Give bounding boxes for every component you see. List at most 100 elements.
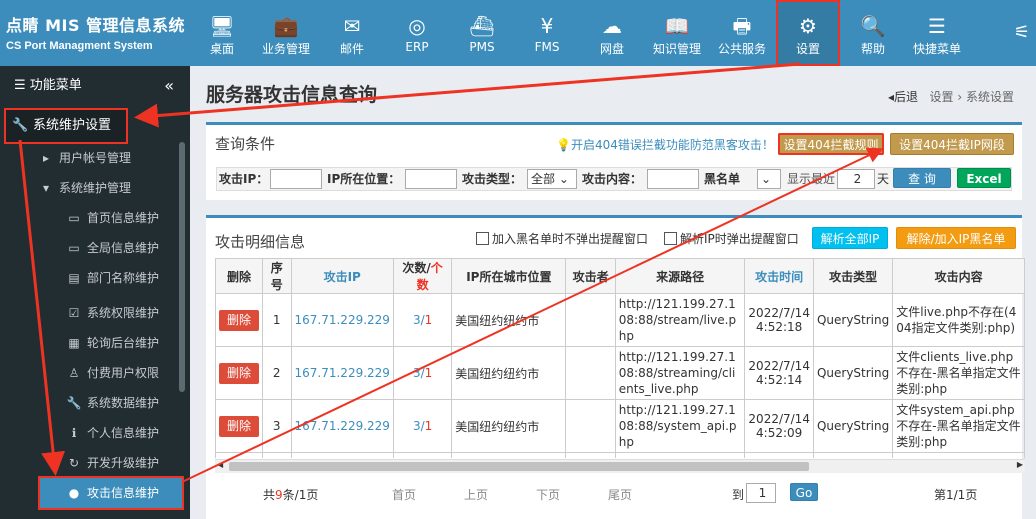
no-cell: 3 [262,399,292,453]
sidebar-item-3[interactable]: ▭ 首页信息维护 [0,203,190,233]
nav-briefcase[interactable]: 💼 业务管理 [254,0,318,66]
excel-button[interactable]: Excel [957,168,1011,188]
no-cell [262,452,292,458]
delete-button[interactable]: 删除 [219,362,259,384]
type-select[interactable]: 全部 ⌄ [527,169,577,189]
nav-yen[interactable]: ¥ FMS [515,0,579,66]
sidebar-item-1[interactable]: ▸ 用户帐号管理 [0,143,190,173]
nav-menu[interactable]: ☰ 快捷菜单 [905,0,969,66]
attacker-cell [565,346,616,400]
sidebar-item-label: 轮询后台维护 [87,336,160,350]
sidebar-item-8[interactable]: ♙ 付费用户权限 [0,358,190,388]
attack-table-wrap: 删除 序号 攻击IP 次数/个数 IP所在城市位置 攻击者 来源路径 攻击时间 攻击类型 攻击内容… [215,258,1025,458]
prev-page-link[interactable]: 上页 [464,486,488,503]
next-page-link[interactable]: 下页 [536,486,560,503]
col-header-5: 攻击者 [565,258,616,294]
delete-cell[interactable]: 删除 [215,399,263,453]
location-input[interactable] [405,169,457,189]
breadcrumb-system: 系统设置 [965,90,1014,104]
sidebar-header: ☰ 功能菜单 « [0,66,190,106]
ip-cell[interactable]: 167.71.229.229 [290,346,394,400]
bulb-icon: 💡 [556,138,571,152]
col-header-7[interactable]: 攻击时间 [744,258,814,294]
checkbox-icon [476,232,489,245]
sidebar-item-6[interactable]: ☑ 系统权限维护 [0,298,190,328]
recent-label: 显示最近 [787,172,836,186]
delete-button[interactable]: 删除 [219,415,259,437]
sidebar-item-icon: ↻ [68,456,80,470]
nav-ship[interactable]: ⛴ PMS [450,0,514,66]
ip-cell[interactable] [290,452,394,458]
last-page-link[interactable]: 尾页 [608,486,632,503]
delete-button[interactable]: 删除 [219,309,259,331]
col-header-2[interactable]: 攻击IP [290,258,394,294]
table-hscrollbar[interactable]: ◀ ▶ [215,459,1025,473]
col-header-4: IP所在城市位置 [451,258,567,294]
nav-gear[interactable]: ⚙ 设置 [776,0,840,66]
count-cell: 3/1 [392,346,453,400]
page-input[interactable]: 1 [746,483,776,503]
breadcrumb-settings[interactable]: 设置 [930,90,954,104]
set-404-rule-button[interactable]: 设置404拦截规则 [778,133,884,155]
table-row: http://121.199.27.102022/7/13 文件... [215,452,1025,458]
content-input[interactable] [647,169,699,189]
time-cell: 2022/7/14 4:52:18 [744,293,814,347]
sidebar-item-9[interactable]: 🔧 系统数据维护 [0,388,190,418]
delete-cell[interactable]: 删除 [215,293,263,347]
sidebar-item-7[interactable]: ▦ 轮询后台维护 [0,328,190,358]
sidebar-item-5[interactable]: ▤ 部门名称维护 [0,263,190,293]
attacker-cell [565,399,616,453]
ship-icon: ⛴ [469,14,495,38]
tip-link[interactable]: 💡开启404错误拦截功能防范黑客攻击！ [556,136,774,153]
ip-cell[interactable]: 167.71.229.229 [290,293,394,347]
first-page-link[interactable]: 首页 [392,486,416,503]
nav-label: 知识管理 [652,42,701,56]
sidebar-item-12[interactable]: ● 攻击信息维护 [38,476,184,510]
col-header-3: 次数/个数 [392,258,453,294]
go-button[interactable]: Go [790,483,818,501]
scroll-thumb[interactable] [229,462,809,471]
sidebar-item-2[interactable]: ▾ 系统维护管理 [0,173,190,203]
delete-cell[interactable]: 删除 [215,346,263,400]
nav-label: ERP [405,40,429,54]
path-cell: http://121.199.27.108:88/streaming/clien… [614,346,746,400]
settings-toggle-icon[interactable]: ⚟ [1014,22,1030,43]
search-button[interactable]: 查 询 [893,168,951,188]
sidebar-item-10[interactable]: ℹ 个人信息维护 [0,418,190,448]
nav-mail[interactable]: ✉ 邮件 [320,0,384,66]
sidebar-item-label: 攻击信息维护 [87,486,160,500]
parse-all-ip-button[interactable]: 解析全部IP [812,227,888,249]
sidebar-item-4[interactable]: ▭ 全局信息维护 [0,233,190,263]
nav-monitor[interactable]: 🖥 桌面 [190,0,254,66]
path-cell: http://121.199.27.108:88/stream/live.php [614,293,746,347]
nav-cloud[interactable]: ☁ 网盘 [580,0,644,66]
sidebar-item-11[interactable]: ↻ 开发升级维护 [0,448,190,478]
table-row: 删除 2 167.71.229.229 3/1 美国纽约纽约市 http://121.19… [215,346,1025,400]
set-404-ip-button[interactable]: 设置404拦截IP网段 [890,133,1014,155]
nav-book[interactable]: 📖 知识管理 [645,0,709,66]
sidebar-item-icon: ☑ [68,306,80,320]
no-popup-checkbox[interactable]: 加入黑名单时不弹出提醒窗口 [476,230,648,247]
collapse-icon[interactable]: « [164,66,174,106]
time-cell: 2022/7/14 4:52:14 [744,346,814,400]
delete-cell[interactable] [215,452,263,458]
mail-icon: ✉ [343,14,361,38]
back-link[interactable]: 后退 [894,90,918,104]
nav-erp[interactable]: ◎ ERP [385,0,449,66]
days-input[interactable]: 2 [837,169,875,189]
sidebar-item-0[interactable]: 🔧 系统维护设置 [4,108,128,144]
blacklist-button[interactable]: 解除/加入IP黑名单 [896,227,1016,249]
ip-input[interactable] [270,169,322,189]
time-cell: 2022/7/14 4:52:09 [744,399,814,453]
city-cell: 美国纽约纽约市 [451,346,567,400]
sidebar-scrollbar[interactable] [179,142,185,392]
ip-cell[interactable]: 167.71.229.229 [290,399,394,453]
nav-search[interactable]: 🔍 帮助 [841,0,905,66]
count-cell: 3/1 [392,293,453,347]
city-cell [451,452,567,458]
nav-label: 设置 [795,42,820,56]
parse-popup-checkbox[interactable]: 解析IP时弹出提醒窗口 [664,230,799,247]
blacklist-select[interactable]: ⌄ [757,169,781,189]
col-header-8: 攻击类型 [812,258,894,294]
nav-printer[interactable]: 🖶 公共服务 [710,0,774,66]
